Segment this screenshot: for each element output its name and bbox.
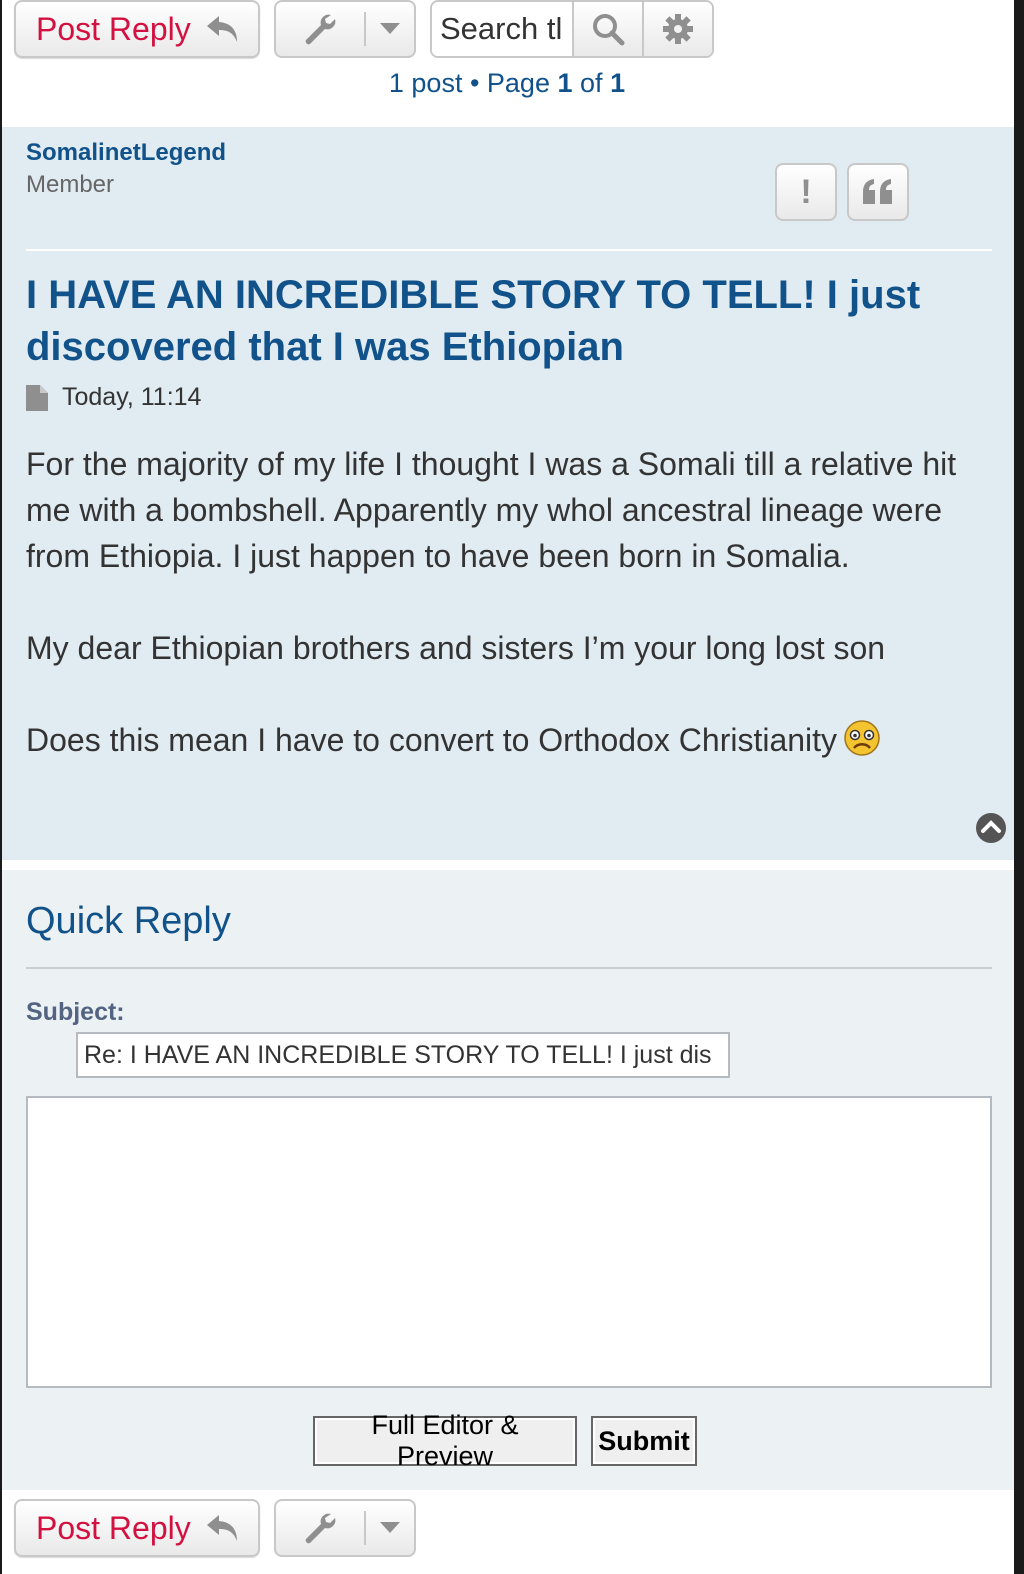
author-rank: Member [26,171,115,198]
message-textarea[interactable] [26,1096,992,1388]
right-frame-edge [1014,0,1024,1574]
search-box [430,0,714,58]
caret-down-icon [366,23,414,35]
quote-button[interactable] [847,163,909,221]
post-divider [26,249,992,251]
post-paragraph: My dear Ethiopian brothers and sisters I… [26,630,886,666]
subject-input[interactable] [76,1032,730,1078]
search-button[interactable] [572,2,642,56]
reply-arrow-icon [205,14,241,44]
post-count-text: 1 post • Page [388,68,550,98]
post-meta: Today, 11:14 [26,383,201,412]
post-paragraph-text: Does this mean I have to convert to Orth… [26,722,838,758]
bottom-action-bar: Post Reply [14,1499,416,1557]
wrench-icon [276,1511,364,1545]
gear-icon [663,14,693,44]
submit-button[interactable]: Submit [591,1416,697,1466]
quick-reply-panel: Quick Reply Subject: Full Editor & Previ… [2,870,1014,1490]
search-icon [593,14,625,46]
pagination: 1 post • Page 1 of 1 [0,68,1014,99]
quick-reply-divider [26,967,992,969]
top-action-bar: Post Reply [14,0,714,58]
report-button[interactable]: ! [775,163,837,221]
post-file-icon[interactable] [26,384,48,411]
post-author: SomalinetLegend Member [26,139,226,199]
back-to-top-button[interactable] [975,812,1007,849]
wrench-icon [276,12,364,46]
post-reply-label: Post Reply [36,10,191,47]
of-text: of [580,68,603,98]
author-name[interactable]: SomalinetLegend [26,139,226,167]
quick-reply-title: Quick Reply [26,900,231,942]
post-buttons: ! [775,163,919,221]
post-body: For the majority of my life I thought I … [26,441,996,769]
search-input[interactable] [432,2,572,56]
caret-down-icon [366,1522,414,1534]
subject-label: Subject: [26,998,125,1026]
topic-tools-button-bottom[interactable] [274,1499,416,1557]
report-label: ! [800,172,812,211]
post-timestamp: Today, 11:14 [62,383,202,411]
advanced-search-button[interactable] [642,2,712,56]
post-paragraph-last: Does this mean I have to convert to Orth… [26,717,996,769]
post-reply-button-bottom[interactable]: Post Reply [14,1499,260,1557]
post-paragraph: For the majority of my life I thought I … [26,446,957,574]
total-pages: 1 [610,68,626,98]
quote-icon [863,179,892,204]
full-editor-preview-button[interactable]: Full Editor & Preview [313,1410,577,1471]
current-page: 1 [557,68,573,98]
post: SomalinetLegend Member ! I HAVE AN INCRE… [2,127,1014,860]
chevron-up-icon [976,813,1006,843]
reply-arrow-icon [205,1513,241,1543]
post-title[interactable]: I HAVE AN INCREDIBLE STORY TO TELL! I ju… [26,269,986,373]
post-reply-button[interactable]: Post Reply [14,0,260,58]
topic-tools-button[interactable] [274,0,416,58]
post-reply-label: Post Reply [36,1509,191,1546]
frowning-emoji-icon [843,719,881,769]
